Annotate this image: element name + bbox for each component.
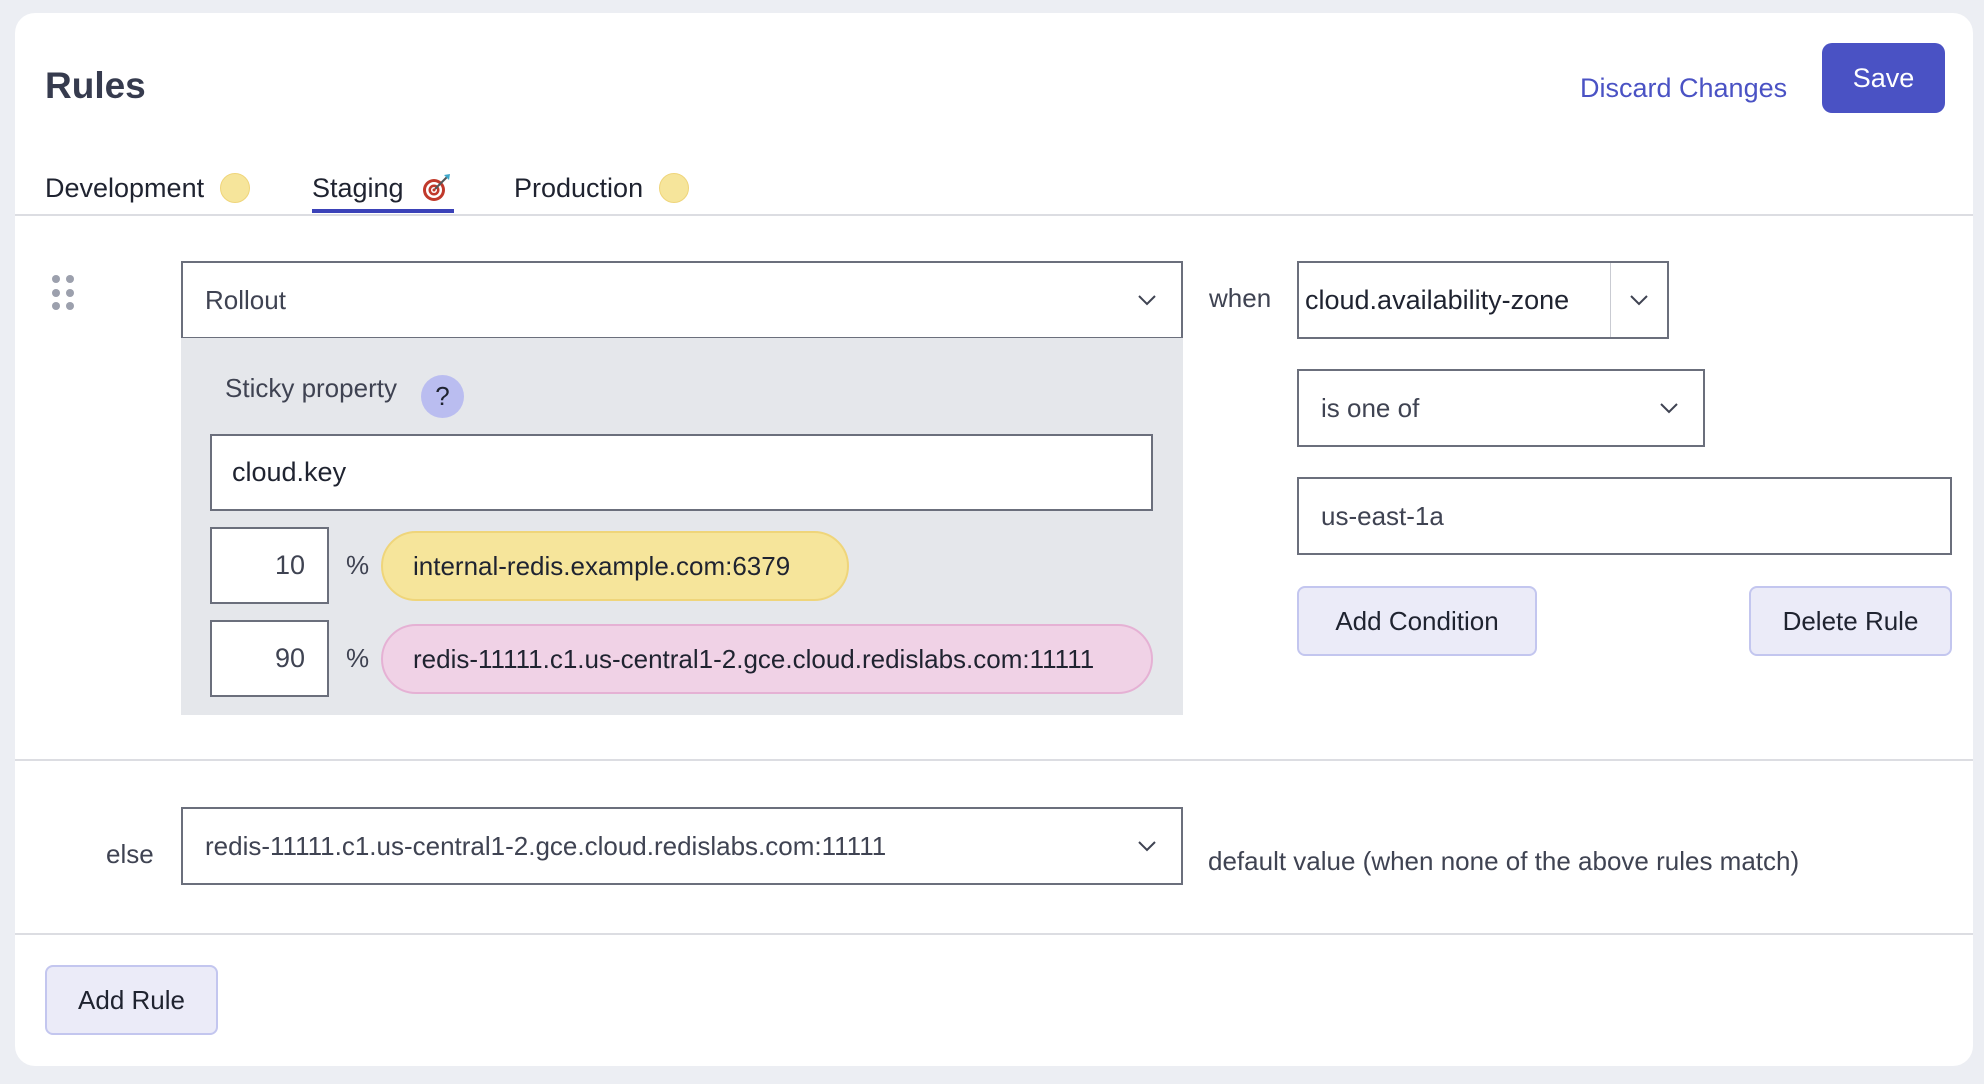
rule-type-value: Rollout [205,284,286,315]
help-icon[interactable]: ? [421,375,464,418]
tabs-divider [15,214,1973,216]
condition-property-select[interactable]: cloud.availability-zone [1297,261,1669,339]
split-percent-input[interactable]: 10 [210,527,329,604]
rollout-panel: Sticky property ? cloud.key 10 % interna… [181,338,1183,715]
split-value-chip[interactable]: internal-redis.example.com:6379 [381,531,849,601]
target-dart-icon [420,172,452,204]
add-rule-button[interactable]: Add Rule [45,965,218,1035]
sticky-property-label: Sticky property [225,373,397,403]
save-button[interactable]: Save [1822,43,1945,113]
status-dot-icon [220,173,251,203]
add-condition-button[interactable]: Add Condition [1297,586,1537,656]
condition-operator-select[interactable]: is one of [1297,369,1705,447]
when-label: when [1209,283,1272,313]
rule-type-select[interactable]: Rollout [181,261,1183,339]
split-value-chip[interactable]: redis-11111.c1.us-central1-2.gce.cloud.r… [381,624,1153,694]
percent-symbol: % [346,643,370,673]
else-divider [15,933,1973,935]
chevron-down-icon [1659,398,1679,418]
default-value-select[interactable]: redis-11111.c1.us-central1-2.gce.cloud.r… [181,807,1183,885]
chevron-down-icon [1629,290,1649,310]
status-dot-icon [659,173,690,203]
page-title: Rules [45,65,146,106]
tab-development[interactable]: Development [45,161,251,215]
delete-rule-button[interactable]: Delete Rule [1749,586,1952,656]
rules-card: Rules Discard Changes Save Development S… [15,13,1973,1066]
default-value: redis-11111.c1.us-central1-2.gce.cloud.r… [205,830,887,861]
tab-staging[interactable]: Staging [312,161,452,215]
chevron-down-icon [1137,836,1157,856]
sticky-property-input[interactable]: cloud.key [210,434,1153,511]
discard-changes-button[interactable]: Discard Changes [1580,73,1787,104]
split-percent-input[interactable]: 90 [210,620,329,697]
tab-label: Production [514,172,644,203]
active-tab-indicator [312,209,454,213]
condition-value-input[interactable]: us-east-1a [1297,477,1952,555]
condition-operator-value: is one of [1321,392,1420,423]
rule-divider [15,759,1973,761]
else-label: else [106,839,154,869]
select-divider [1610,263,1611,337]
tab-label: Development [45,172,205,203]
condition-property-value: cloud.availability-zone [1305,284,1570,315]
tab-label: Staging [312,172,404,203]
percent-symbol: % [346,550,370,580]
default-value-hint: default value (when none of the above ru… [1208,846,1800,876]
tab-production[interactable]: Production [514,161,690,215]
chevron-down-icon [1137,290,1157,310]
drag-handle-icon[interactable] [52,275,74,311]
